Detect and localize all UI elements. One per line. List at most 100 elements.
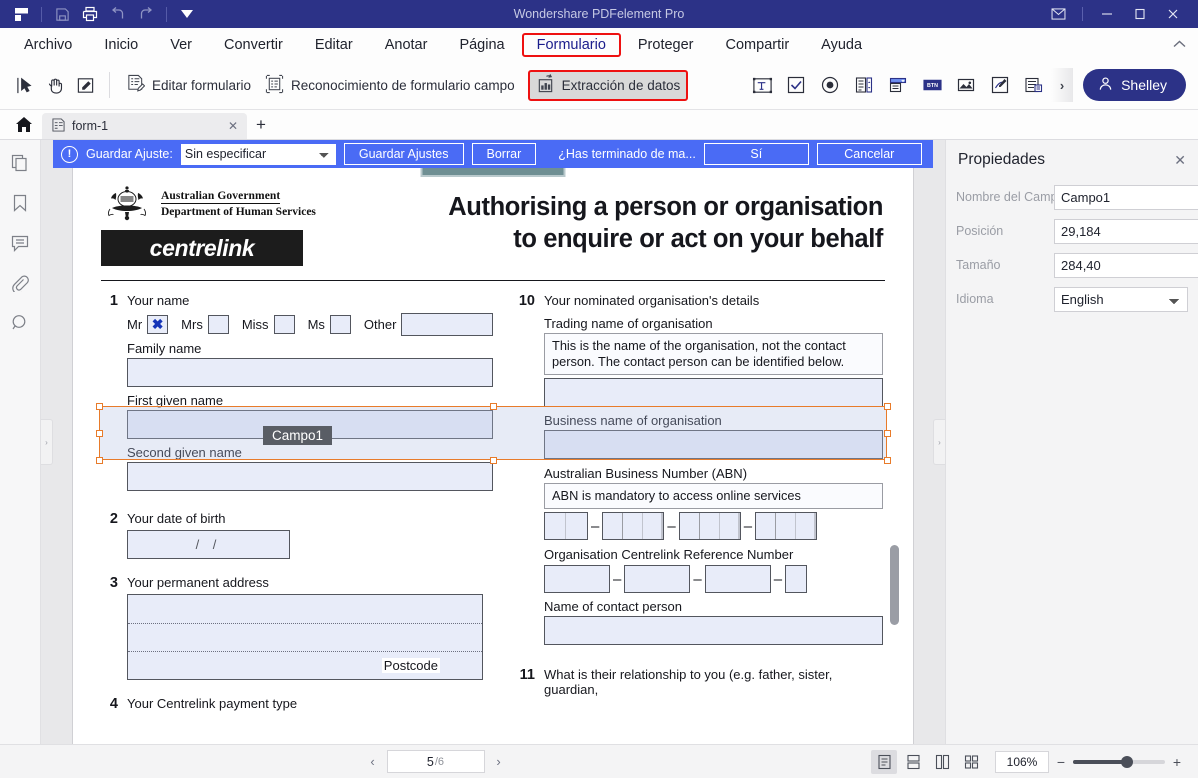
two-page-view-icon[interactable] [929, 750, 955, 774]
zoom-slider[interactable] [1073, 760, 1165, 764]
bookmark-icon[interactable] [5, 189, 35, 217]
page-number-input[interactable]: 5 /6 [387, 750, 485, 773]
menu-formulario[interactable]: Formulario [522, 33, 621, 57]
image-field-icon[interactable] [949, 68, 983, 102]
clear-button[interactable]: Borrar [472, 143, 537, 165]
pdf-page[interactable]: Australian Government Department of Huma… [73, 168, 913, 744]
home-icon[interactable] [6, 109, 42, 139]
signature-field-icon[interactable] [983, 68, 1017, 102]
checkbox-mr[interactable]: ✖ [147, 315, 168, 334]
toolbar-overflow-icon[interactable]: › [1051, 68, 1073, 102]
ocrn-segment-3[interactable] [705, 565, 771, 593]
address-line-3[interactable]: Postcode [128, 651, 482, 679]
address-line-1[interactable] [128, 595, 482, 623]
save-setting-select[interactable]: Sin especificar [181, 144, 336, 165]
document-scrollbar[interactable] [890, 200, 899, 744]
data-extraction-button[interactable]: Extracción de datos [528, 70, 689, 101]
close-icon[interactable] [1158, 1, 1188, 27]
edit-form-button[interactable]: Editar formulario [119, 70, 258, 101]
field-contact-person[interactable] [544, 616, 883, 645]
recognize-form-button[interactable]: Reconocimiento de formulario campo [258, 70, 522, 101]
menu-editar[interactable]: Editar [300, 33, 368, 57]
checkbox-ms[interactable] [330, 315, 351, 334]
field-other-title[interactable] [401, 313, 493, 336]
plus-icon[interactable]: + [247, 111, 275, 139]
cursor-select-icon[interactable] [10, 69, 40, 101]
zoom-level-label[interactable]: 106% [995, 751, 1049, 773]
menu-compartir[interactable]: Compartir [711, 33, 805, 57]
attachment-icon[interactable] [5, 269, 35, 297]
menu-inicio[interactable]: Inicio [89, 33, 153, 57]
menu-convertir[interactable]: Convertir [209, 33, 298, 57]
resize-handle-bottom-right[interactable] [884, 457, 891, 464]
position-input[interactable] [1054, 219, 1198, 244]
resize-handle-bottom-center[interactable] [490, 457, 497, 464]
table-field-icon[interactable] [1017, 68, 1051, 102]
radio-button-field-icon[interactable] [813, 68, 847, 102]
list-box-field-icon[interactable] [881, 68, 915, 102]
comment-icon[interactable] [5, 229, 35, 257]
zoom-out-button[interactable]: − [1052, 754, 1070, 770]
resize-handle-top-center[interactable] [490, 403, 497, 410]
ocrn-segment-1[interactable] [544, 565, 610, 593]
scrollbar-thumb[interactable] [890, 545, 899, 625]
size-input[interactable] [1054, 253, 1198, 278]
field-permanent-address[interactable]: Postcode [127, 594, 483, 680]
menu-anotar[interactable]: Anotar [370, 33, 443, 57]
continuous-scroll-view-icon[interactable] [900, 750, 926, 774]
mail-icon[interactable] [1043, 1, 1073, 27]
combo-box-field-icon[interactable] [847, 68, 881, 102]
print-icon[interactable] [77, 3, 103, 25]
user-account-button[interactable]: Shelley [1083, 69, 1186, 101]
menu-ver[interactable]: Ver [155, 33, 207, 57]
selected-field-outline[interactable] [99, 406, 887, 460]
undo-icon[interactable] [105, 3, 131, 25]
field-trading-name[interactable] [544, 378, 883, 407]
field-date-of-birth[interactable]: / / [127, 530, 290, 559]
menu-proteger[interactable]: Proteger [623, 33, 709, 57]
thumbnails-icon[interactable] [5, 149, 35, 177]
previous-page-icon[interactable]: ‹ [363, 754, 383, 769]
zoom-slider-knob[interactable] [1121, 756, 1133, 768]
checkbox-field-icon[interactable] [779, 68, 813, 102]
menu-archivo[interactable]: Archivo [9, 33, 87, 57]
abn-segment-1[interactable] [544, 512, 588, 540]
save-icon[interactable] [49, 3, 75, 25]
tab-form-1[interactable]: form-1 ✕ [42, 113, 247, 139]
cancel-button[interactable]: Cancelar [817, 143, 922, 165]
close-icon[interactable]: ✕ [228, 119, 238, 133]
maximize-icon[interactable] [1125, 1, 1155, 27]
save-settings-button[interactable]: Guardar Ajustes [344, 143, 464, 165]
dropdown-icon[interactable] [174, 3, 200, 25]
field-second-given-name[interactable] [127, 462, 493, 491]
minimize-icon[interactable] [1092, 1, 1122, 27]
menu-ayuda[interactable]: Ayuda [806, 33, 877, 57]
close-icon[interactable]: ✕ [1174, 152, 1186, 169]
next-page-icon[interactable]: › [489, 754, 509, 769]
resize-handle-top-right[interactable] [884, 403, 891, 410]
text-field-icon[interactable] [745, 68, 779, 102]
resize-handle-top-left[interactable] [96, 403, 103, 410]
resize-handle-middle-left[interactable] [96, 430, 103, 437]
language-select[interactable]: English [1054, 287, 1188, 312]
yes-button[interactable]: Sí [704, 143, 809, 165]
abn-segment-2[interactable] [602, 512, 664, 540]
checkbox-miss[interactable] [274, 315, 295, 334]
edit-pencil-icon[interactable] [70, 69, 100, 101]
hand-pan-icon[interactable] [40, 69, 70, 101]
redo-icon[interactable] [133, 3, 159, 25]
ocrn-segment-2[interactable] [624, 565, 690, 593]
menu-pagina[interactable]: Página [444, 33, 519, 57]
ribbon-collapse-icon[interactable] [1173, 39, 1198, 51]
grid-thumbnail-view-icon[interactable] [958, 750, 984, 774]
abn-segment-4[interactable] [755, 512, 817, 540]
address-line-2[interactable] [128, 623, 482, 651]
resize-handle-middle-right[interactable] [884, 430, 891, 437]
collapse-right-panel-icon[interactable]: › [933, 419, 945, 465]
search-icon[interactable] [5, 309, 35, 337]
abn-segment-3[interactable] [679, 512, 741, 540]
single-page-view-icon[interactable] [871, 750, 897, 774]
ocrn-segment-4[interactable] [785, 565, 807, 593]
document-viewer[interactable]: › › [41, 140, 945, 744]
zoom-in-button[interactable]: + [1168, 754, 1186, 770]
